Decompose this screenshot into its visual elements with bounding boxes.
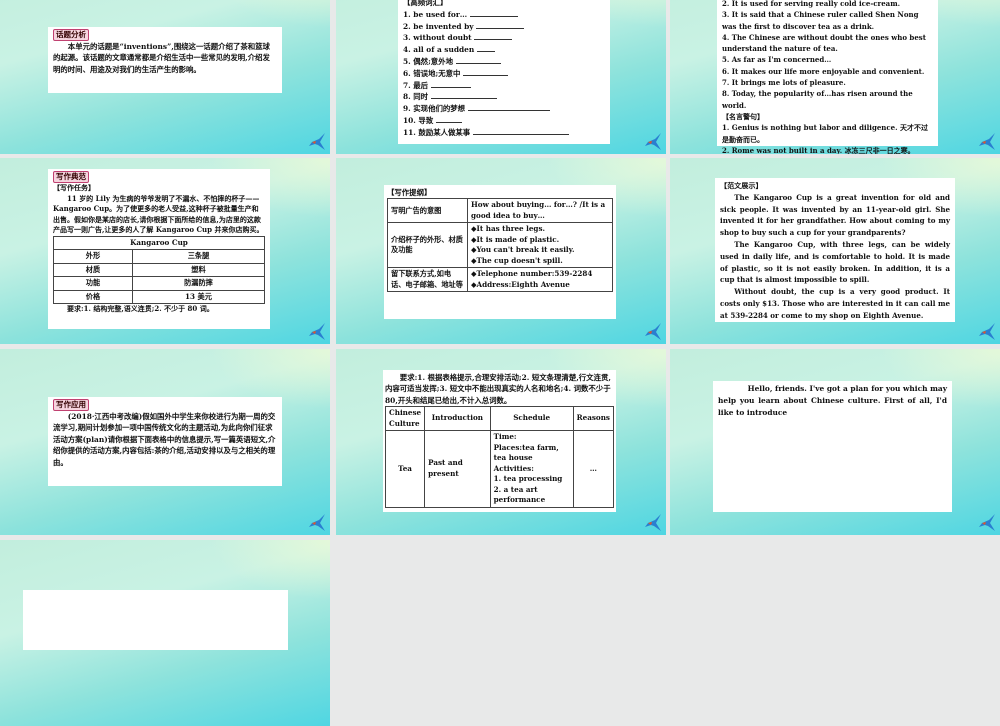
parrot-icon <box>979 133 995 150</box>
vocab-item: 9. 实现他们的梦想 <box>403 103 605 115</box>
section-tag: 写作典范 <box>53 171 89 183</box>
table-row: 介绍杯子的外形、材质及功能 ◆It has three legs. ◆It is m… <box>387 222 613 269</box>
slide-thumbnail-4[interactable]: 写作典范 【写作任务】 11 岁的 Lily 为生病的爷爷发明了不漏水、不怕摔的… <box>0 158 330 344</box>
parrot-icon <box>645 133 661 150</box>
parrot-icon <box>309 133 325 150</box>
content-box: Hello, friends. I've got a plan for you … <box>713 381 952 512</box>
parrot-icon <box>645 323 661 340</box>
sentence-item: 7. It brings me lots of pleasure. <box>722 78 846 88</box>
content-box: 2. It is used for serving really cold ic… <box>717 0 938 154</box>
slide-thumbnail-5[interactable]: 【写作提纲】 写明广告的意图 How about buying… for…? /I… <box>336 158 666 344</box>
content-box: 写作应用 (2018·江西中考改编)假如国外中学生来你校进行为期一周的交流学习,… <box>48 397 282 486</box>
table-row: 外形 三条腿 <box>53 249 266 264</box>
parrot-icon <box>979 323 995 340</box>
content-box: 要求:1. 根据表格提示,合理安排活动;2. 短文条理清楚,行文连贯,内容可适当… <box>383 370 616 512</box>
content-box <box>23 590 288 650</box>
slide-thumbnail-3[interactable]: 2. It is used for serving really cold ic… <box>670 0 1000 154</box>
sample-paragraph: The Kangaroo Cup, with three legs, can b… <box>720 239 950 285</box>
table-row: 功能 防漏防摔 <box>53 276 266 291</box>
plan-table: Chinese Culture Introduction Schedule Re… <box>384 406 615 508</box>
quote-item: 2. Rome was not built in a day. 冰冻三尺非一日之… <box>722 145 915 154</box>
info-table: Kangaroo Cup 外形 三条腿 材质 塑料 功能 防漏防摔 价格 13 美元 <box>53 235 266 305</box>
slide-thumbnail-2[interactable]: 【高频词汇】 1. be used for… 2. be invented by… <box>336 0 666 154</box>
task-text: 11 岁的 Lily 为生病的爷爷发明了不漏水、不怕摔的杯子——Kangaroo… <box>53 193 264 235</box>
sentence-item: 5. As far as I'm concerned… <box>722 55 832 65</box>
parrot-icon <box>979 514 995 531</box>
vocab-item: 11. 鼓励某人做某事 <box>403 127 605 139</box>
outline-heading: 【写作提纲】 <box>387 188 432 197</box>
content-box: 【写作提纲】 写明广告的意图 How about buying… for…? /I… <box>384 185 616 319</box>
content-box: 【高频词汇】 1. be used for… 2. be invented by… <box>398 0 610 144</box>
vocab-item: 8. 同时 <box>403 91 605 103</box>
slide-thumbnail-9[interactable]: Hello, friends. I've got a plan for you … <box>670 349 1000 535</box>
slide-thumbnail-6[interactable]: 【范文展示】 The Kangaroo Cup is a great inven… <box>670 158 1000 344</box>
outline-table: 写明广告的意图 How about buying… for…? /It is a … <box>387 198 613 293</box>
vocab-heading: 【高频词汇】 <box>403 0 448 7</box>
vocab-item: 7. 最后 <box>403 80 605 92</box>
starter-text: Hello, friends. I've got a plan for you … <box>718 384 947 417</box>
slide-thumbnail-8[interactable]: 要求:1. 根据表格提示,合理安排活动;2. 短文条理清楚,行文连贯,内容可适当… <box>336 349 666 535</box>
vocab-item: 5. 偶然;意外地 <box>403 56 605 68</box>
requirement-text: 要求:1. 结构完整,语义连贯;2. 不少于 80 词。 <box>67 304 214 314</box>
slide-thumbnail-7[interactable]: 写作应用 (2018·江西中考改编)假如国外中学生来你校进行为期一周的交流学习,… <box>0 349 330 535</box>
sentence-item: 8. Today, the popularity of…has risen ar… <box>722 89 913 110</box>
parrot-icon <box>645 514 661 531</box>
vocab-item: 2. be invented by <box>403 21 605 33</box>
vocab-item: 3. without doubt <box>403 32 605 44</box>
sample-paragraph: The Kangaroo Cup is a great invention fo… <box>720 192 950 238</box>
parrot-icon <box>309 323 325 340</box>
sample-heading: 【范文展示】 <box>720 181 763 190</box>
sample-paragraph: Without doubt, the cup is a very good pr… <box>720 287 950 320</box>
table-row: Tea Past and present Time: Places:tea far… <box>384 430 615 508</box>
body-text: 本单元的话题是“inventions”,围绕这一话题介绍了茶和篮球的起源。该话题… <box>53 42 270 74</box>
section-tag: 写作应用 <box>53 399 89 411</box>
parrot-icon <box>309 514 325 531</box>
sentence-item: 4. The Chinese are without doubt the one… <box>722 32 926 54</box>
task-text: (2018·江西中考改编)假如国外中学生来你校进行为期一周的交流学习,期间计划参… <box>53 412 276 467</box>
table-row: 材质 塑料 <box>53 262 266 278</box>
slide-thumbnail-1[interactable]: 话题分析 本单元的话题是“inventions”,围绕这一话题介绍了茶和篮球的起… <box>0 0 330 154</box>
table-title: Kangaroo Cup <box>53 235 265 251</box>
requirement-text: 要求:1. 根据表格提示,合理安排活动;2. 短文条理清楚,行文连贯,内容可适当… <box>385 373 611 405</box>
content-box: 写作典范 【写作任务】 11 岁的 Lily 为生病的爷爷发明了不漏水、不怕摔的… <box>48 169 270 329</box>
sentence-item: 2. It is used for serving really cold ic… <box>722 0 901 8</box>
sentence-item: 6. It makes our life more enjoyable and … <box>722 66 925 76</box>
quote-item: 1. Genius is nothing but labor and dilig… <box>722 123 928 144</box>
content-box: 【范文展示】 The Kangaroo Cup is a great inven… <box>715 178 955 322</box>
slide-thumbnail-10[interactable] <box>0 540 330 726</box>
content-box: 话题分析 本单元的话题是“inventions”,围绕这一话题介绍了茶和篮球的起… <box>48 27 282 93</box>
quotes-heading: 【名言警句】 <box>722 111 764 121</box>
section-tag: 话题分析 <box>53 29 89 41</box>
table-row: 价格 13 美元 <box>53 289 266 305</box>
sentence-item: 3. It is said that a Chinese ruler calle… <box>722 10 919 31</box>
vocab-item: 6. 错误地;无意中 <box>403 68 605 80</box>
vocab-item: 4. all of a sudden <box>403 44 605 56</box>
table-row: 留下联系方式,如电话、电子邮箱、地址等 ◆Telephone number:539… <box>387 267 613 293</box>
table-header-row: Chinese Culture Introduction Schedule Re… <box>384 406 615 432</box>
vocab-item: 1. be used for… <box>403 9 605 21</box>
vocab-item: 10. 导致 <box>403 115 605 127</box>
task-heading: 【写作任务】 <box>53 183 95 192</box>
table-row: 写明广告的意图 How about buying… for…? /It is a … <box>387 198 613 224</box>
